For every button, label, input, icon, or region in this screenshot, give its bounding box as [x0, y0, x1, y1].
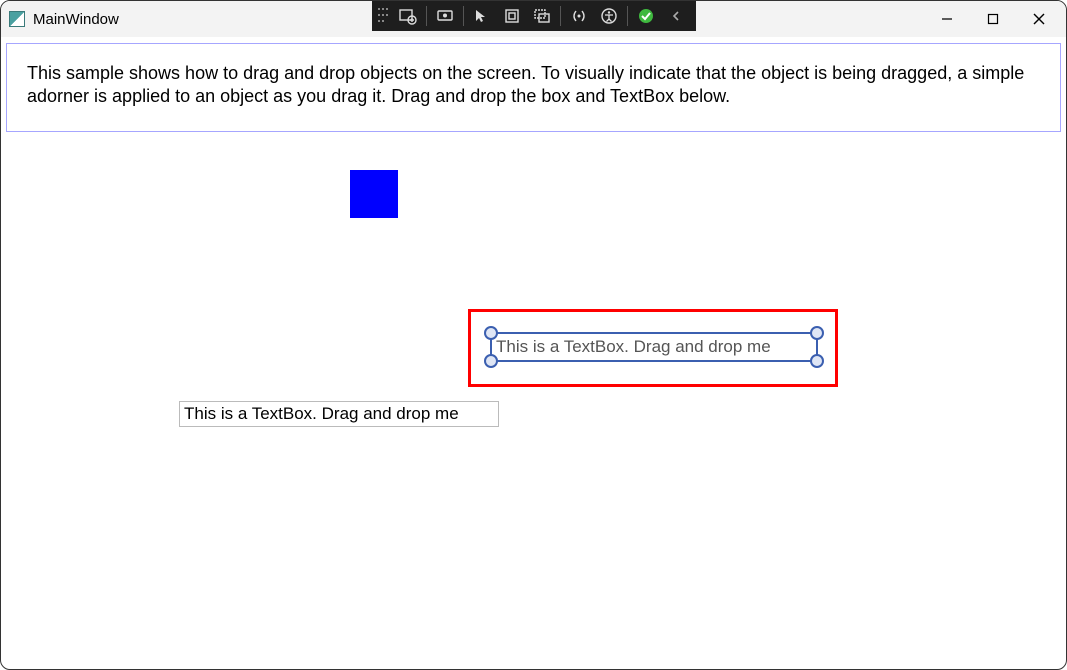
adorner-handle-icon[interactable]: [810, 354, 824, 368]
app-icon: [9, 11, 25, 27]
accessibility-icon[interactable]: [595, 3, 623, 29]
debug-toolbar[interactable]: [372, 1, 696, 31]
adorner-handle-icon[interactable]: [810, 326, 824, 340]
toolbar-separator: [627, 6, 628, 26]
titlebar[interactable]: MainWindow: [1, 1, 1066, 37]
drag-canvas[interactable]: This is a TextBox. Drag and drop me: [4, 132, 1063, 637]
chevron-left-icon[interactable]: [662, 3, 690, 29]
draggable-textbox[interactable]: [179, 401, 499, 427]
live-visual-tree-icon[interactable]: [394, 3, 422, 29]
close-button[interactable]: [1016, 3, 1062, 35]
toolbar-separator: [426, 6, 427, 26]
toolbar-grip-icon[interactable]: [378, 8, 388, 24]
screencast-icon[interactable]: [431, 3, 459, 29]
info-text: This sample shows how to drag and drop o…: [27, 62, 1040, 109]
window-controls: [924, 1, 1062, 37]
main-window: MainWindow: [0, 0, 1067, 670]
minimize-button[interactable]: [924, 3, 970, 35]
adorner-handle-icon[interactable]: [484, 354, 498, 368]
window-title: MainWindow: [33, 11, 119, 28]
toolbar-separator: [463, 6, 464, 26]
select-element-icon[interactable]: [468, 3, 496, 29]
client-area: This sample shows how to drag and drop o…: [4, 41, 1063, 666]
xaml-binding-icon[interactable]: [565, 3, 593, 29]
track-focus-icon[interactable]: [528, 3, 556, 29]
layout-adorners-icon[interactable]: [498, 3, 526, 29]
hot-reload-icon[interactable]: [632, 3, 660, 29]
maximize-button[interactable]: [970, 3, 1016, 35]
toolbar-separator: [560, 6, 561, 26]
draggable-box[interactable]: [350, 170, 398, 218]
info-panel: This sample shows how to drag and drop o…: [6, 43, 1061, 132]
adorner-handle-icon[interactable]: [484, 326, 498, 340]
adorner-textbox-ghost[interactable]: This is a TextBox. Drag and drop me: [490, 332, 818, 362]
